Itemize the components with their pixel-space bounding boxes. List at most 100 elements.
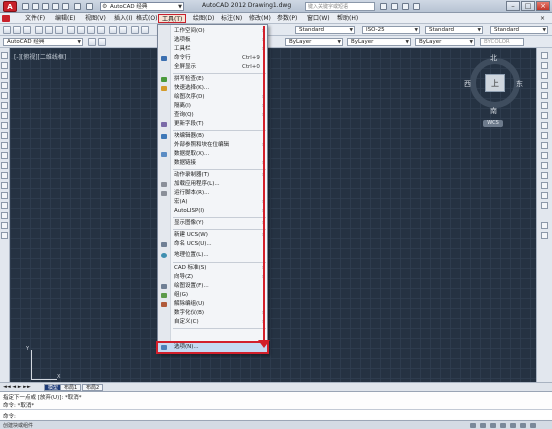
copy-object-icon[interactable]: [541, 62, 548, 69]
move-icon[interactable]: [541, 102, 548, 109]
layer-properties-icon[interactable]: [88, 38, 96, 46]
menu-item-toolbars[interactable]: 工具栏›: [158, 45, 267, 54]
polygon-icon[interactable]: [1, 82, 8, 89]
redo-icon[interactable]: [119, 26, 127, 34]
menu-item-autolisp[interactable]: AutoLISP(I)›: [158, 207, 267, 216]
compass-south[interactable]: 南: [490, 106, 497, 116]
chamfer-icon[interactable]: [541, 182, 548, 189]
ellipse-arc-icon[interactable]: [1, 152, 8, 159]
undo-icon[interactable]: [109, 26, 117, 34]
menu-item-customize[interactable]: 自定义(C)›: [158, 318, 267, 327]
workspace-dropdown[interactable]: ⚙ AutoCAD 经典 ▼: [100, 2, 184, 11]
menu-item-action-recorder[interactable]: 动作录制器(T)›: [158, 171, 267, 180]
lock-icon[interactable]: [520, 423, 526, 428]
search-input[interactable]: 键入关键字或短语: [305, 2, 375, 11]
menu-item-new-ucs[interactable]: 新建 UCS(W)›: [158, 231, 267, 240]
save-icon[interactable]: [42, 3, 49, 10]
rotate-icon[interactable]: [541, 112, 548, 119]
save-as-icon[interactable]: [52, 3, 59, 10]
save-icon[interactable]: [23, 26, 31, 34]
menu-item-geographic-location[interactable]: 地理位置(L)...: [158, 251, 267, 260]
preview-icon[interactable]: [45, 26, 53, 34]
make-block-icon[interactable]: [1, 172, 8, 179]
plot-style-dropdown[interactable]: BYCOLOR: [480, 38, 524, 46]
leader-icon[interactable]: [541, 232, 548, 239]
dimension-icon[interactable]: [541, 222, 548, 229]
fillet-icon[interactable]: [541, 192, 548, 199]
clean-screen-icon[interactable]: [530, 423, 536, 428]
redo-icon[interactable]: [86, 3, 93, 10]
point-icon[interactable]: [1, 182, 8, 189]
menu-item-run-script[interactable]: 运行脚本(R)...: [158, 189, 267, 198]
menu-view[interactable]: 视图(V): [82, 14, 109, 23]
menu-item-palettes[interactable]: 选项板›: [158, 36, 267, 45]
text-style-dropdown[interactable]: Standard ▼: [295, 26, 355, 34]
lineweight-dropdown[interactable]: ByLayer ▼: [415, 38, 475, 46]
menu-item-workspaces[interactable]: 工作空间(O)›: [158, 27, 267, 36]
menu-item-tablet[interactable]: 数字化仪(B)›: [158, 309, 267, 318]
tab-layout1[interactable]: 布局1: [60, 384, 82, 391]
menu-draw[interactable]: 绘图(D): [190, 14, 217, 23]
line-icon[interactable]: [1, 52, 8, 59]
command-input[interactable]: 命令:: [0, 409, 552, 420]
pan-icon[interactable]: [131, 26, 139, 34]
compass-north[interactable]: 北: [490, 53, 497, 63]
paste-icon[interactable]: [87, 26, 95, 34]
model-space-icon[interactable]: [470, 423, 476, 428]
workspace-switch-dropdown[interactable]: AutoCAD 经典 ▼: [3, 38, 83, 46]
multileader-style-dropdown[interactable]: Standard ▼: [490, 26, 548, 34]
scale-icon[interactable]: [541, 122, 548, 129]
grid-icon[interactable]: [480, 423, 486, 428]
viewport-controls[interactable]: [-][俯视][二维线框]: [14, 52, 66, 61]
ellipse-icon[interactable]: [1, 142, 8, 149]
menu-format[interactable]: 格式(O): [133, 14, 160, 23]
tab-nav-arrows[interactable]: ◄◄ ◄ ► ►►: [3, 384, 31, 390]
multiline-text-icon[interactable]: [1, 232, 8, 239]
linetype-dropdown[interactable]: ByLayer ▼: [347, 38, 411, 46]
menu-item-group[interactable]: 组(G): [158, 291, 267, 300]
menu-item-display-image[interactable]: 显示图像(Y)›: [158, 219, 267, 228]
region-icon[interactable]: [1, 212, 8, 219]
open-file-icon[interactable]: [32, 3, 39, 10]
compass-west[interactable]: 西: [464, 79, 471, 89]
menu-item-named-ucs[interactable]: 命名 UCS(U)...: [158, 240, 267, 249]
new-icon[interactable]: [3, 26, 11, 34]
spline-icon[interactable]: [1, 132, 8, 139]
cut-icon[interactable]: [67, 26, 75, 34]
table-style-dropdown[interactable]: Standard ▼: [425, 26, 483, 34]
polyline-icon[interactable]: [1, 72, 8, 79]
rectangle-icon[interactable]: [1, 92, 8, 99]
layer-state-icon[interactable]: [98, 38, 106, 46]
menu-item-macro[interactable]: 宏(A)›: [158, 198, 267, 207]
explode-icon[interactable]: [541, 202, 548, 209]
workspace-switch-icon[interactable]: [510, 423, 516, 428]
mirror-icon[interactable]: [541, 72, 548, 79]
dim-style-dropdown[interactable]: ISO-25 ▼: [362, 26, 420, 34]
menu-file[interactable]: 文件(F): [22, 14, 48, 23]
wcs-menu[interactable]: WCS: [483, 120, 503, 127]
annotation-scale-icon[interactable]: [500, 423, 506, 428]
hatch-icon[interactable]: [1, 192, 8, 199]
menu-item-isolate[interactable]: 隔离(I)›: [158, 102, 267, 111]
table-icon[interactable]: [1, 222, 8, 229]
menu-tools[interactable]: 工具(T): [158, 14, 187, 23]
viewcube-top-face[interactable]: 上: [485, 74, 505, 92]
star-icon[interactable]: [402, 3, 409, 10]
menu-dimension[interactable]: 标注(N): [218, 14, 245, 23]
menu-item-command-line[interactable]: 命令行 Ctrl+9: [158, 54, 267, 63]
menu-item-xref-edit[interactable]: 外部参照和块在位编辑›: [158, 141, 267, 150]
revision-cloud-icon[interactable]: [1, 122, 8, 129]
plot-icon[interactable]: [62, 3, 69, 10]
drawing-area[interactable]: [10, 48, 536, 382]
join-icon[interactable]: [541, 172, 548, 179]
menu-item-draw-order[interactable]: 绘图次序(D)›: [158, 93, 267, 102]
open-icon[interactable]: [13, 26, 21, 34]
menu-item-ungroup[interactable]: 解除编组(U): [158, 300, 267, 309]
menu-item-clean-screen[interactable]: 全屏显示 Ctrl+0: [158, 63, 267, 72]
menu-item-wizards[interactable]: 向导(Z)›: [158, 273, 267, 282]
menu-item-update-fields[interactable]: 更新字段(T): [158, 120, 267, 129]
publish-icon[interactable]: [55, 26, 63, 34]
minimize-button[interactable]: –: [506, 1, 520, 11]
zoom-icon[interactable]: [141, 26, 149, 34]
menu-item-spelling[interactable]: 拼写检查(E): [158, 75, 267, 84]
